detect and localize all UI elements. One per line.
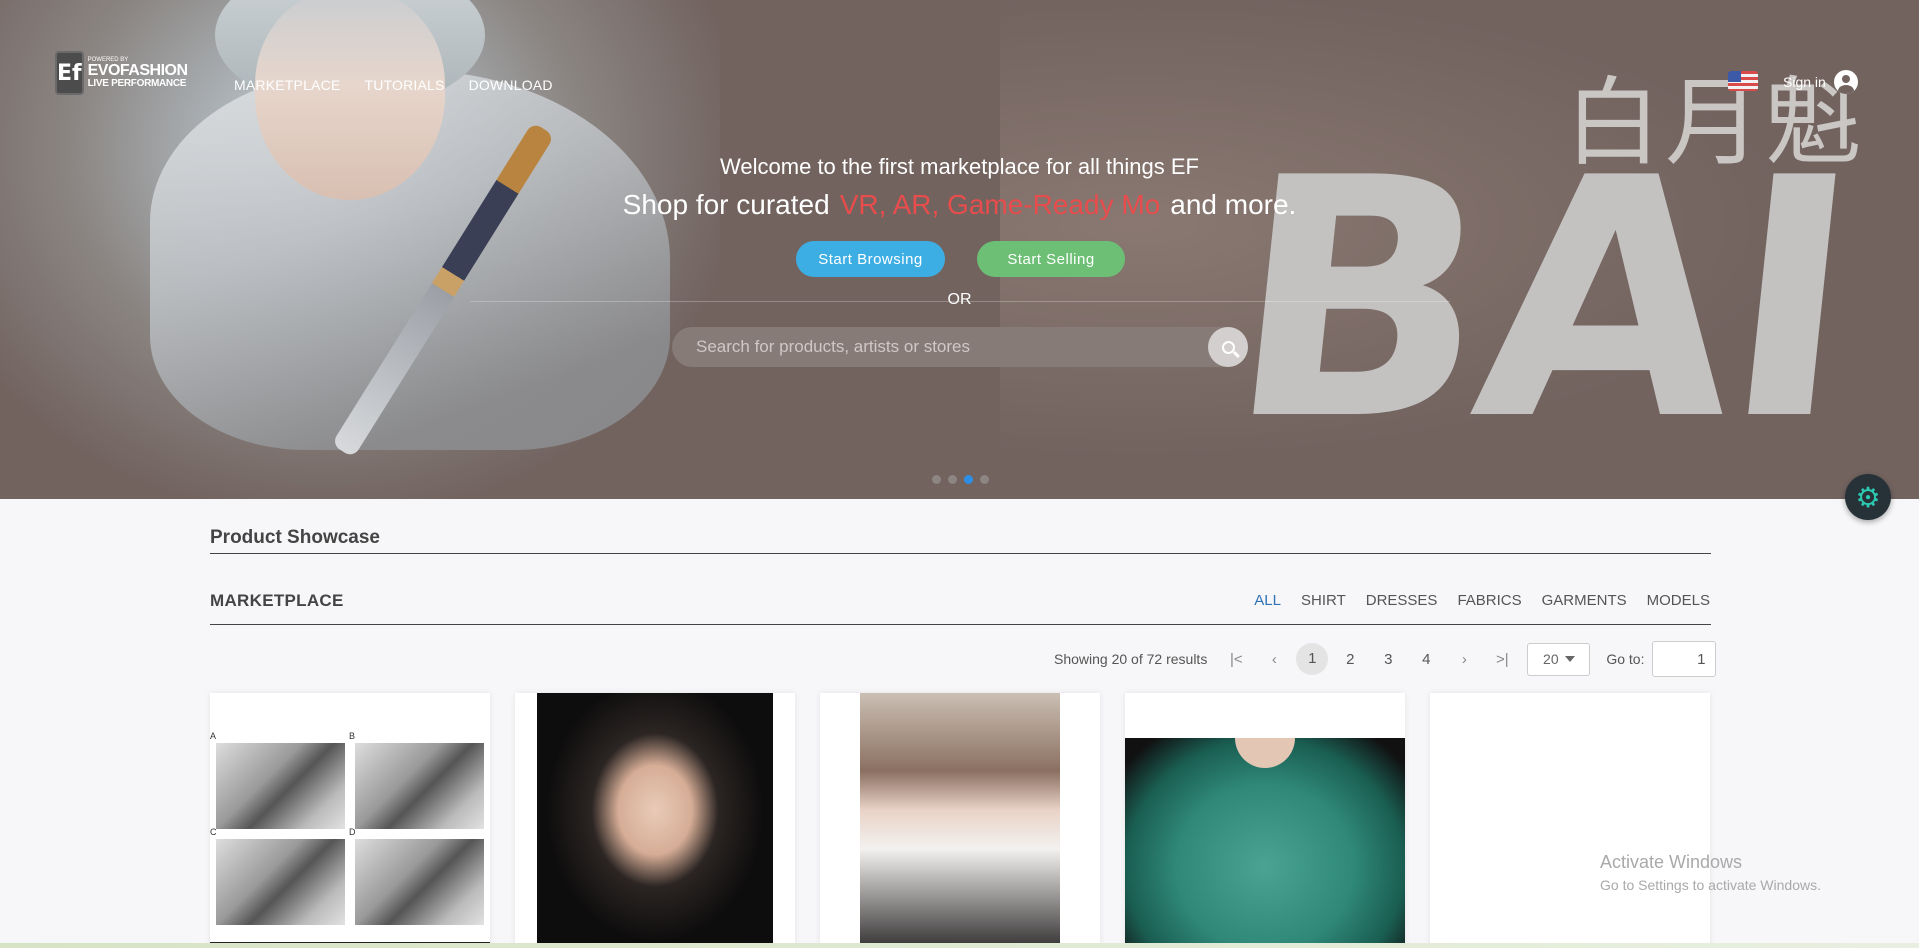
page-2[interactable]: 2: [1331, 651, 1369, 668]
prev-page-icon[interactable]: ‹: [1255, 651, 1293, 668]
image-panel: A: [210, 731, 345, 829]
tagline-highlight: VR, AR, Game-Ready Mo: [839, 189, 1161, 220]
search-input[interactable]: [696, 327, 1176, 367]
logo-mark: Ef: [55, 51, 84, 95]
filter-fabrics[interactable]: FABRICS: [1457, 592, 1521, 609]
product-card[interactable]: [820, 693, 1100, 948]
search-button[interactable]: [1208, 327, 1248, 367]
marketplace-title: MARKETPLACE: [210, 591, 344, 610]
per-page-select[interactable]: 20: [1527, 642, 1591, 676]
product-card[interactable]: [1125, 693, 1405, 948]
category-filters: ALL SHIRT DRESSES FABRICS GARMENTS MODEL…: [1234, 592, 1710, 609]
carousel-dot[interactable]: [932, 475, 941, 484]
panel-letter: D: [349, 827, 356, 837]
results-count: Showing 20 of 72 results: [1054, 651, 1208, 667]
goto-page-input[interactable]: [1652, 641, 1717, 677]
hero-tagline: Shop for curated VR, AR, Game-Ready Mo and…: [0, 189, 1919, 221]
nav-download[interactable]: DOWNLOAD: [469, 77, 553, 93]
filter-all[interactable]: ALL: [1254, 592, 1281, 609]
product-card[interactable]: [515, 693, 795, 948]
carousel-dot[interactable]: [980, 475, 989, 484]
logo-wordmark: POWERED BY EVOFASHION LIVE PERFORMANCE: [88, 57, 188, 89]
panel-letter: B: [349, 731, 356, 741]
page-4[interactable]: 4: [1407, 651, 1445, 668]
nav-tutorials[interactable]: TUTORIALS: [364, 77, 444, 93]
product-image-panels: A B C D: [210, 731, 484, 925]
last-page-icon[interactable]: >|: [1483, 651, 1521, 668]
filter-shirt[interactable]: SHIRT: [1301, 592, 1346, 609]
product-image: [537, 693, 773, 948]
user-icon: [1833, 70, 1858, 94]
section-divider: [210, 553, 1711, 554]
product-image: [1125, 738, 1405, 948]
logo[interactable]: Ef POWERED BY EVOFASHION LIVE PERFORMANC…: [55, 51, 188, 95]
logo-subtitle: LIVE PERFORMANCE: [87, 78, 187, 89]
filter-models[interactable]: MODELS: [1647, 592, 1710, 609]
next-page-icon[interactable]: ›: [1445, 651, 1483, 668]
settings-fab[interactable]: ⚙: [1845, 474, 1891, 520]
hero-welcome: Welcome to the first marketplace for all…: [720, 154, 1199, 179]
or-label: OR: [947, 291, 972, 308]
carousel-dots: [932, 475, 989, 484]
page-1[interactable]: 1: [1293, 643, 1331, 675]
watermark-subtitle: Go to Settings to activate Windows.: [1600, 877, 1821, 893]
product-card[interactable]: A B C D: [210, 693, 490, 948]
watermark-title: Activate Windows: [1600, 852, 1743, 872]
carousel-dot[interactable]: [948, 475, 957, 484]
tagline-prefix: Shop for curated: [622, 189, 830, 220]
tagline-suffix: and more.: [1170, 189, 1297, 220]
page-number: 1: [1296, 643, 1329, 675]
taskbar-edge: [0, 943, 1919, 948]
carousel-dot-active[interactable]: [964, 475, 973, 484]
hero-search-bar: [672, 327, 1248, 367]
windows-activation-watermark: Activate Windows Go to Settings to activ…: [1600, 852, 1821, 893]
start-browsing-button[interactable]: Start Browsing: [796, 241, 945, 277]
pagination: Showing 20 of 72 results |< ‹ 1 2 3 4 › …: [1054, 641, 1717, 677]
filter-garments[interactable]: GARMENTS: [1542, 592, 1627, 609]
page-3[interactable]: 3: [1369, 651, 1407, 668]
panel-letter: A: [210, 731, 217, 741]
image-panel: B: [349, 731, 484, 829]
product-card[interactable]: [1430, 693, 1710, 948]
gear-icon: ⚙: [1855, 481, 1881, 513]
marketplace-divider: [210, 624, 1711, 625]
product-image: [860, 693, 1060, 948]
sign-in-label: Sign in: [1783, 74, 1826, 90]
panel-letter: C: [210, 827, 217, 837]
product-showcase-title: Product Showcase: [210, 527, 380, 548]
main-nav: MARKETPLACE TUTORIALS DOWNLOAD: [234, 77, 553, 93]
first-page-icon[interactable]: |<: [1217, 651, 1255, 668]
hero-banner: BAI 白月魁: [0, 0, 1919, 499]
nav-marketplace[interactable]: MARKETPLACE: [234, 77, 340, 93]
product-grid: A B C D: [210, 693, 1710, 948]
filter-dresses[interactable]: DRESSES: [1366, 592, 1438, 609]
us-flag-icon[interactable]: [1728, 71, 1758, 91]
image-panel: D: [349, 827, 484, 925]
logo-name: EVOFASHION: [87, 62, 188, 79]
per-page-value: 20: [1543, 651, 1559, 667]
image-panel: C: [210, 827, 345, 925]
chevron-down-icon: [1564, 656, 1575, 662]
search-icon: [1221, 340, 1235, 354]
start-selling-button[interactable]: Start Selling: [977, 241, 1125, 277]
sign-in-link[interactable]: Sign in: [1783, 70, 1858, 94]
goto-label: Go to:: [1606, 651, 1645, 667]
